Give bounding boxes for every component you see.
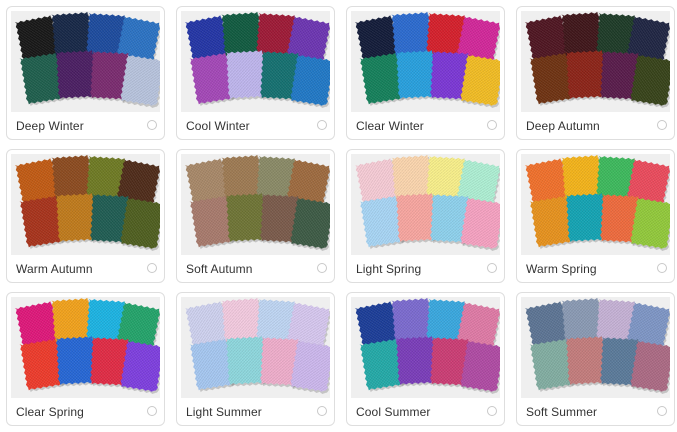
select-radio[interactable]	[147, 406, 157, 416]
fabric-swatches	[14, 154, 160, 251]
select-radio[interactable]	[657, 263, 667, 273]
swatch-image	[181, 297, 330, 398]
palette-label: Cool Summer	[356, 405, 431, 419]
swatch-image	[521, 154, 670, 255]
palette-card[interactable]: Deep Autumn	[516, 6, 675, 140]
fabric-swatches	[354, 11, 500, 108]
select-radio[interactable]	[657, 406, 667, 416]
palette-label: Light Summer	[186, 405, 262, 419]
fabric-swatches	[354, 154, 500, 251]
palette-card[interactable]: Warm Autumn	[6, 149, 165, 283]
palette-label: Warm Autumn	[16, 262, 93, 276]
select-radio[interactable]	[657, 120, 667, 130]
palette-label: Soft Summer	[526, 405, 598, 419]
palette-card[interactable]: Clear Spring	[6, 292, 165, 426]
fabric-swatches	[524, 154, 670, 251]
swatch-image	[521, 297, 670, 398]
select-radio[interactable]	[147, 263, 157, 273]
palette-label: Soft Autumn	[186, 262, 253, 276]
swatch-image	[181, 154, 330, 255]
select-radio[interactable]	[487, 263, 497, 273]
fabric-swatches	[184, 11, 330, 108]
palette-grid: Deep Winter Cool Winter Clear Winter Deep A…	[0, 0, 677, 432]
swatch-image	[11, 297, 160, 398]
palette-label: Clear Spring	[16, 405, 84, 419]
select-radio[interactable]	[147, 120, 157, 130]
palette-label: Clear Winter	[356, 119, 424, 133]
palette-label: Deep Autumn	[526, 119, 600, 133]
swatch-image	[181, 11, 330, 112]
fabric-swatches	[354, 297, 500, 394]
palette-label: Deep Winter	[16, 119, 84, 133]
fabric-swatches	[14, 11, 160, 108]
swatch-image	[521, 11, 670, 112]
palette-label: Cool Winter	[186, 119, 250, 133]
fabric-swatches	[184, 297, 330, 394]
swatch-image	[351, 154, 500, 255]
palette-card[interactable]: Warm Spring	[516, 149, 675, 283]
fabric-swatches	[524, 297, 670, 394]
swatch-image	[11, 154, 160, 255]
palette-card[interactable]: Soft Summer	[516, 292, 675, 426]
palette-card[interactable]: Cool Winter	[176, 6, 335, 140]
swatch-image	[351, 297, 500, 398]
select-radio[interactable]	[317, 406, 327, 416]
palette-card[interactable]: Light Spring	[346, 149, 505, 283]
fabric-swatches	[14, 297, 160, 394]
palette-label: Warm Spring	[526, 262, 597, 276]
palette-card[interactable]: Light Summer	[176, 292, 335, 426]
select-radio[interactable]	[317, 120, 327, 130]
fabric-swatches	[524, 11, 670, 108]
palette-card[interactable]: Soft Autumn	[176, 149, 335, 283]
select-radio[interactable]	[317, 263, 327, 273]
swatch-image	[11, 11, 160, 112]
palette-label: Light Spring	[356, 262, 422, 276]
palette-card[interactable]: Clear Winter	[346, 6, 505, 140]
fabric-swatches	[184, 154, 330, 251]
select-radio[interactable]	[487, 120, 497, 130]
select-radio[interactable]	[487, 406, 497, 416]
palette-card[interactable]: Cool Summer	[346, 292, 505, 426]
swatch-image	[351, 11, 500, 112]
palette-card[interactable]: Deep Winter	[6, 6, 165, 140]
